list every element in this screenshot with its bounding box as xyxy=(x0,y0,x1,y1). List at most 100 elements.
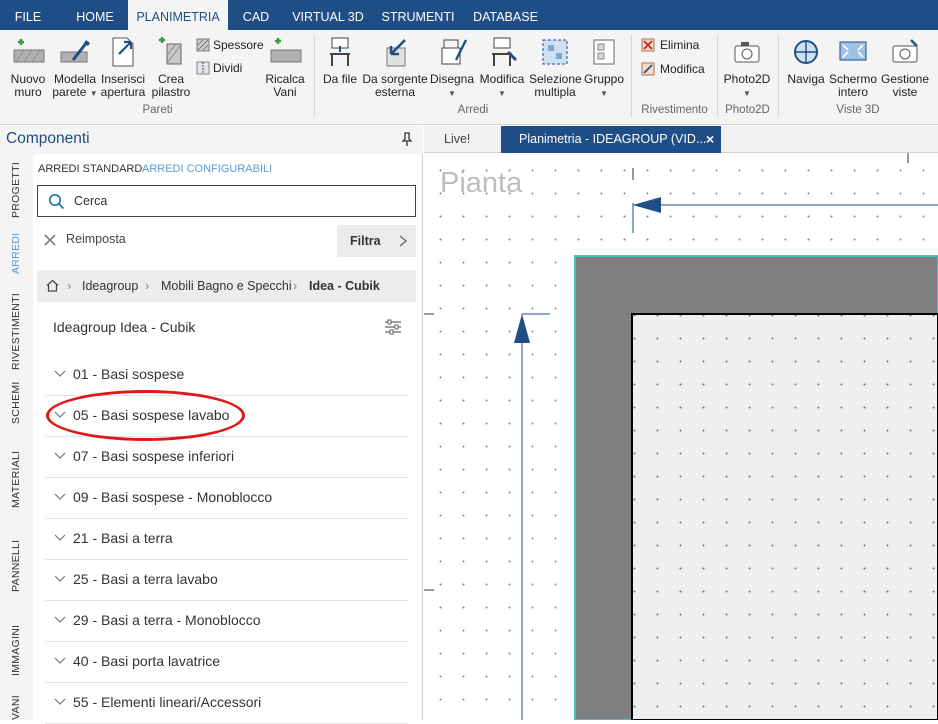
group-label-viste3d: Viste 3D xyxy=(836,104,880,116)
home-icon[interactable] xyxy=(46,279,59,292)
modifica-rivestimento-button[interactable]: Modifica xyxy=(641,62,711,76)
modifica-button[interactable]: Modifica ▼ xyxy=(476,34,528,100)
tab-virtual-3d[interactable]: VIRTUAL 3D xyxy=(288,0,368,30)
pin-icon[interactable] xyxy=(399,131,415,147)
gruppo-label: Gruppo xyxy=(583,72,625,86)
tab-file[interactable]: FILE xyxy=(4,0,52,30)
chevron-down-icon xyxy=(54,493,66,500)
trace-rooms-icon xyxy=(270,38,302,63)
schermo-intero-button[interactable]: Schermo intero xyxy=(828,34,878,99)
chevron-down-icon xyxy=(54,657,66,664)
photo2d-button[interactable]: Photo2D ▼ xyxy=(722,34,772,100)
modella-parete-button[interactable]: Modella parete ▼ xyxy=(51,34,99,100)
list-item[interactable]: 40 - Basi porta lavatrice xyxy=(45,642,408,683)
ricalca-vani-button[interactable]: Ricalca Vani xyxy=(262,34,308,99)
side-tab-rivestimenti[interactable]: RIVESTIMENTI xyxy=(0,284,33,374)
side-tab-arredi[interactable]: ARREDI xyxy=(0,222,33,284)
split-icon xyxy=(196,61,210,75)
crea-pilastro-button[interactable]: Crea pilastro xyxy=(150,34,192,99)
list-item-label: 29 - Basi a terra - Monoblocco xyxy=(73,612,261,628)
new-wall-icon xyxy=(13,39,45,63)
disegna-label: Disegna xyxy=(429,72,475,86)
thickness-icon xyxy=(196,38,210,52)
breadcrumb-item[interactable]: Ideagroup xyxy=(82,279,138,293)
tab-arredi-standard[interactable]: ARREDI STANDARD xyxy=(38,163,142,175)
modifica-rivestimento-label: Modifica xyxy=(660,62,705,76)
list-item[interactable]: 21 - Basi a terra xyxy=(45,519,408,560)
tab-arredi-configurabili[interactable]: ARREDI CONFIGURABILI xyxy=(142,163,272,175)
chevron-down-icon xyxy=(54,534,66,541)
side-tab-materiali[interactable]: MATERIALI xyxy=(0,432,33,514)
naviga-button[interactable]: Naviga xyxy=(784,34,828,86)
tab-planimetria[interactable]: PLANIMETRIA xyxy=(128,0,228,30)
panel-header: Componenti xyxy=(0,126,423,154)
side-tab-pannelli[interactable]: PANNELLI xyxy=(0,514,33,598)
inserisci-apertura-button[interactable]: Inserisci apertura xyxy=(99,34,147,99)
arrow-up-icon xyxy=(514,314,530,343)
list-item-label: 01 - Basi sospese xyxy=(73,366,185,382)
da-sorgente-esterna-label: Da sorgente esterna xyxy=(362,72,428,99)
dropdown-caret-icon: ▼ xyxy=(448,89,456,98)
model-wall-icon xyxy=(60,40,90,63)
selezione-multipla-label: Selezione multipla xyxy=(529,72,582,99)
modifica-label: Modifica xyxy=(479,72,525,86)
list-item[interactable]: 07 - Basi sospese inferiori xyxy=(45,437,408,478)
nuovo-muro-button[interactable]: Nuovo muro xyxy=(6,34,50,99)
side-tab-immagini[interactable]: IMMAGINI xyxy=(0,598,33,680)
list-title: Ideagroup Idea - Cubik xyxy=(53,319,196,335)
multi-select-icon xyxy=(542,39,568,65)
chevron-right-icon xyxy=(399,235,407,247)
filter-settings-icon[interactable] xyxy=(383,317,403,337)
gestione-viste-button[interactable]: Gestione viste xyxy=(878,34,932,99)
filter-button[interactable]: Filtra xyxy=(337,225,416,257)
list-item[interactable]: 29 - Basi a terra - Monoblocco xyxy=(45,601,408,642)
list-item-label: 09 - Basi sospese - Monoblocco xyxy=(73,489,273,505)
selezione-multipla-button[interactable]: Selezione multipla xyxy=(529,34,582,99)
filter-label: Filtra xyxy=(350,234,381,248)
insert-opening-icon xyxy=(112,37,134,67)
tab-planimetria-document[interactable]: Planimetria - IDEAGROUP (VID... × xyxy=(501,126,721,153)
tab-database[interactable]: DATABASE xyxy=(468,0,543,30)
da-file-button[interactable]: Da file xyxy=(320,34,360,86)
camera-icon xyxy=(734,42,760,63)
tab-cad[interactable]: CAD xyxy=(234,0,278,30)
elimina-rivestimento-button[interactable]: Elimina xyxy=(641,38,707,52)
panel-title: Componenti xyxy=(6,130,90,147)
spessore-button[interactable]: Spessore xyxy=(196,38,264,52)
group-label-photo2d: Photo2D xyxy=(725,104,770,116)
list-item[interactable]: 55 - Elementi lineari/Accessori xyxy=(45,683,408,724)
dividi-button[interactable]: Dividi xyxy=(196,61,256,75)
breadcrumb-separator: › xyxy=(293,279,298,293)
list-item[interactable]: 09 - Basi sospese - Monoblocco xyxy=(45,478,408,519)
inserisci-apertura-label: Inserisci apertura xyxy=(100,72,146,99)
side-tab-vani[interactable]: VANI xyxy=(0,680,33,720)
da-sorgente-esterna-button[interactable]: Da sorgente esterna xyxy=(361,34,429,99)
tab-live[interactable]: Live! xyxy=(432,126,502,153)
tab-strumenti[interactable]: STRUMENTI xyxy=(378,0,458,30)
side-tab-progetti[interactable]: PROGETTI xyxy=(0,154,33,222)
disegna-button[interactable]: Disegna ▼ xyxy=(429,34,475,100)
drawing-canvas[interactable]: Pianta xyxy=(424,153,938,720)
dropdown-caret-icon: ▼ xyxy=(498,89,506,98)
list-item-label: 40 - Basi porta lavatrice xyxy=(73,653,221,669)
close-tab-icon[interactable]: × xyxy=(706,126,714,153)
search-input[interactable] xyxy=(74,192,394,210)
schermo-intero-label: Schermo intero xyxy=(828,72,878,99)
gruppo-button[interactable]: Gruppo ▼ xyxy=(582,34,626,100)
navigate-3d-icon xyxy=(794,40,818,64)
list-item[interactable]: 25 - Basi a terra lavabo xyxy=(45,560,408,601)
list-item[interactable]: 05 - Basi sospese lavabo xyxy=(45,396,408,437)
ribbon: Nuovo muro Modella parete ▼ Inserisci ap… xyxy=(0,30,938,125)
delete-covering-icon xyxy=(641,38,655,52)
side-tabs: PROGETTI ARREDI RIVESTIMENTI SCHEMI MATE… xyxy=(0,154,33,720)
chevron-down-icon xyxy=(54,616,66,623)
list-item-label: 07 - Basi sospese inferiori xyxy=(73,448,235,464)
breadcrumb-item[interactable]: Mobili Bagno e Specchi xyxy=(161,279,292,293)
chevron-down-icon xyxy=(54,411,66,418)
chevron-down-icon xyxy=(54,698,66,705)
list-item[interactable]: 01 - Basi sospese xyxy=(45,355,408,396)
side-tab-schemi[interactable]: SCHEMI xyxy=(0,374,33,432)
document-tabs: Live! Planimetria - IDEAGROUP (VID... × xyxy=(424,126,938,153)
elimina-label: Elimina xyxy=(660,38,700,52)
tab-home[interactable]: HOME xyxy=(64,0,126,30)
